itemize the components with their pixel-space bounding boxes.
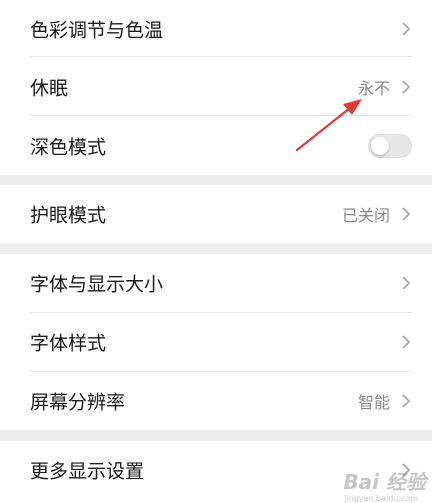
chevron-right-icon [402,80,411,94]
baidu-watermark: Bai 经验 [343,470,426,494]
settings-group-font: 字体与显示大小 字体样式 屏幕分辨率 智能 [0,254,432,430]
chevron-right-icon [402,22,411,36]
row-label: 字体与显示大小 [30,273,164,296]
divider [30,56,412,57]
baidu-watermark-url: jingyan.baidu.com [344,494,418,503]
display-settings-page: 色彩调节与色温 休眠 永不 深色模式 护眼模式 已关闭 字体与显示大小 字体样式… [0,0,432,503]
row-color-temperature[interactable]: 色彩调节与色温 [0,0,432,58]
toggle-knob [371,137,389,155]
row-label: 字体样式 [30,332,107,355]
dark-mode-toggle[interactable] [368,134,412,158]
chevron-right-icon [402,394,411,408]
row-label: 色彩调节与色温 [30,19,164,42]
row-value: 智能 [357,393,390,412]
chevron-right-icon [402,335,411,349]
row-screen-resolution[interactable]: 屏幕分辨率 智能 [0,372,432,430]
chevron-right-icon [402,276,411,290]
row-label: 休眠 [30,77,69,100]
row-eye-comfort[interactable]: 护眼模式 已关闭 [0,185,432,243]
row-font-style[interactable]: 字体样式 [0,313,432,371]
chevron-right-icon [402,207,411,221]
row-value: 永不 [357,79,390,98]
row-dark-mode[interactable]: 深色模式 [0,117,432,175]
row-font-display-size[interactable]: 字体与显示大小 [0,254,432,312]
row-sleep[interactable]: 休眠 永不 [0,58,432,116]
settings-group-display: 色彩调节与色温 休眠 永不 深色模式 [0,0,432,175]
row-value: 已关闭 [341,206,390,225]
row-label: 深色模式 [30,136,107,159]
divider [30,115,412,116]
settings-group-eye-care: 护眼模式 已关闭 [0,185,432,243]
row-label: 屏幕分辨率 [30,391,126,414]
row-label: 护眼模式 [30,204,107,227]
row-label: 更多显示设置 [30,460,145,483]
